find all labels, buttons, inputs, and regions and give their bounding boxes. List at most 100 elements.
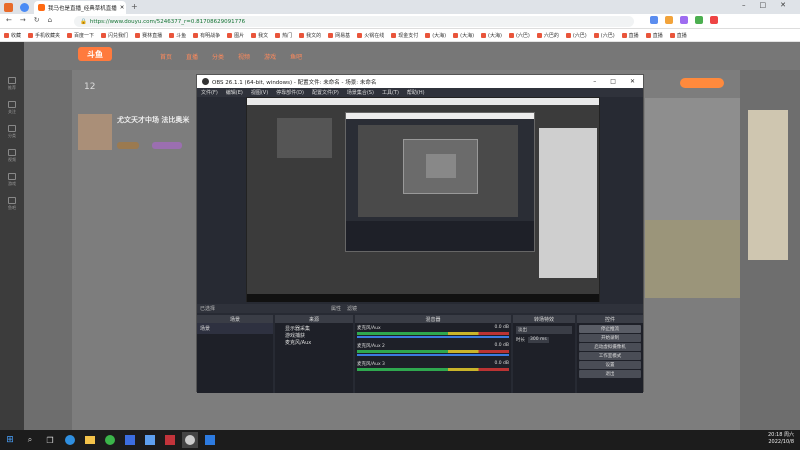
transition-select[interactable]: 淡出: [516, 326, 572, 334]
clock[interactable]: 20:18 周六 2022/10/8: [768, 432, 794, 446]
tag-badge[interactable]: [117, 142, 139, 149]
bookmark-item[interactable]: 热门: [275, 32, 292, 39]
obs-menu-item[interactable]: 配置文件(P): [312, 89, 339, 96]
extension-icon[interactable]: [695, 16, 703, 24]
duration-input[interactable]: 300 ms: [528, 337, 549, 343]
properties-button[interactable]: 属性: [331, 305, 341, 312]
bookmark-item[interactable]: 六巴的: [536, 32, 559, 39]
bookmark-item[interactable]: 闪兑我们: [101, 32, 128, 39]
control-button[interactable]: 工作室模式: [579, 352, 641, 360]
url-field[interactable]: 🔒 https://www.douyu.com/5246377_r=0.8170…: [74, 16, 634, 27]
obs-menu-item[interactable]: 视图(V): [251, 89, 268, 96]
bookmark-item[interactable]: 直播: [645, 32, 663, 39]
mascot-ad[interactable]: [748, 110, 788, 260]
sidebar-item[interactable]: 关注: [0, 96, 24, 120]
obs-taskbar-icon[interactable]: [182, 432, 198, 448]
sidebar-item[interactable]: 推荐: [0, 72, 24, 96]
volume-slider[interactable]: [357, 336, 509, 338]
bookmark-item[interactable]: (大海): [481, 32, 502, 39]
extension-icon[interactable]: [710, 16, 718, 24]
app-icon[interactable]: [4, 3, 13, 12]
app-icon[interactable]: [162, 432, 178, 448]
bookmark-item[interactable]: 手机收藏夹: [28, 32, 60, 39]
site-logo[interactable]: 斗鱼: [78, 47, 112, 61]
sidebar-item[interactable]: 鱼吧: [0, 192, 24, 216]
obs-menu-item[interactable]: 文件(F): [201, 89, 218, 96]
nav-item[interactable]: 鱼吧: [290, 52, 302, 61]
bookmark-item[interactable]: 火锅在线: [357, 32, 384, 39]
control-button[interactable]: 设置: [579, 361, 641, 369]
profile-icon[interactable]: [20, 3, 29, 12]
nav-item[interactable]: 分类: [212, 52, 224, 61]
obs-menu-item[interactable]: 编辑(E): [226, 89, 243, 96]
bookmark-item[interactable]: 直播: [669, 32, 687, 39]
bookmark-item[interactable]: (六巴): [565, 32, 587, 39]
bookmark-item[interactable]: 网易基: [328, 32, 350, 39]
preview-canvas[interactable]: [246, 97, 600, 302]
windows-start-icon[interactable]: ⊞: [2, 432, 18, 448]
reload-icon[interactable]: ↻: [34, 16, 40, 24]
tag-badge[interactable]: [152, 142, 182, 149]
bookmark-item[interactable]: 赛林直播: [135, 32, 162, 39]
source-item[interactable]: 麦克风/Aux: [277, 339, 351, 346]
360-browser-icon[interactable]: [102, 432, 118, 448]
obs-menu-item[interactable]: 帮助(H): [407, 89, 425, 96]
maximize-icon[interactable]: □: [610, 78, 616, 85]
minimize-icon[interactable]: –: [742, 1, 746, 9]
scene-item[interactable]: 场景: [197, 323, 273, 334]
bookmark-item[interactable]: (大海): [453, 32, 474, 39]
volume-slider[interactable]: [357, 354, 509, 356]
streamer-avatar[interactable]: [78, 114, 112, 150]
nav-item[interactable]: 游戏: [264, 52, 276, 61]
bookmark-item[interactable]: 直播: [621, 32, 639, 39]
bookmark-item[interactable]: (大海): [425, 32, 446, 39]
new-tab-icon[interactable]: +: [131, 2, 138, 11]
browser-tab[interactable]: 我马也是直播_经典草机直播 ✕: [34, 1, 126, 14]
control-button[interactable]: 开始录制: [579, 334, 641, 342]
sidebar-item[interactable]: 游戏: [0, 168, 24, 192]
bookmark-item[interactable]: 有明战争: [193, 32, 220, 39]
minimize-icon[interactable]: –: [593, 78, 596, 85]
bookmark-item[interactable]: (六巴): [508, 32, 530, 39]
app-icon[interactable]: [122, 432, 138, 448]
obs-menu-item[interactable]: 工具(T): [382, 89, 399, 96]
bookmark-item[interactable]: 我文: [251, 32, 268, 39]
close-window-icon[interactable]: ✕: [780, 1, 786, 9]
bookmark-item[interactable]: 图片: [227, 32, 244, 39]
extension-icon[interactable]: [680, 16, 688, 24]
app-icon[interactable]: [142, 432, 158, 448]
close-tab-icon[interactable]: ✕: [120, 5, 125, 11]
bookmark-item[interactable]: 收藏: [4, 32, 21, 39]
forward-icon[interactable]: →: [20, 16, 26, 24]
task-view-icon[interactable]: ❐: [42, 432, 58, 448]
filters-button[interactable]: 滤镜: [347, 305, 357, 312]
bookmark-item[interactable]: 现金支付: [391, 32, 418, 39]
back-icon[interactable]: ←: [6, 16, 12, 24]
obs-menu-item[interactable]: 停靠部件(D): [276, 89, 304, 96]
sidebar-item[interactable]: 视频: [0, 144, 24, 168]
extension-icon[interactable]: [650, 16, 658, 24]
maximize-icon[interactable]: □: [760, 1, 767, 9]
search-icon[interactable]: ⌕: [22, 432, 38, 448]
control-button[interactable]: 启动虚拟摄像机: [579, 343, 641, 351]
nav-item[interactable]: 首页: [160, 52, 172, 61]
nav-item[interactable]: 直播: [186, 52, 198, 61]
nav-item[interactable]: 视频: [238, 52, 250, 61]
obs-menu-item[interactable]: 场景集合(S): [347, 89, 374, 96]
control-button[interactable]: 退出: [579, 370, 641, 378]
close-icon[interactable]: ✕: [630, 78, 635, 85]
bookmark-item[interactable]: 我文的: [299, 32, 321, 39]
bookmark-item[interactable]: 百度一下: [67, 32, 94, 39]
sidebar-item[interactable]: 分类: [0, 120, 24, 144]
source-item[interactable]: 游戏捕获: [277, 332, 351, 339]
control-button[interactable]: 停止推流: [579, 325, 641, 333]
source-item[interactable]: 显示器采集: [277, 325, 351, 332]
edge-icon[interactable]: [62, 432, 78, 448]
bookmark-item[interactable]: (六巴): [593, 32, 615, 39]
home-icon[interactable]: ⌂: [48, 16, 52, 24]
live-badge[interactable]: [680, 78, 724, 88]
folder-icon[interactable]: [82, 432, 98, 448]
extension-icon[interactable]: [665, 16, 673, 24]
bookmark-item[interactable]: 斗鱼: [169, 32, 186, 39]
app-icon[interactable]: [202, 432, 218, 448]
